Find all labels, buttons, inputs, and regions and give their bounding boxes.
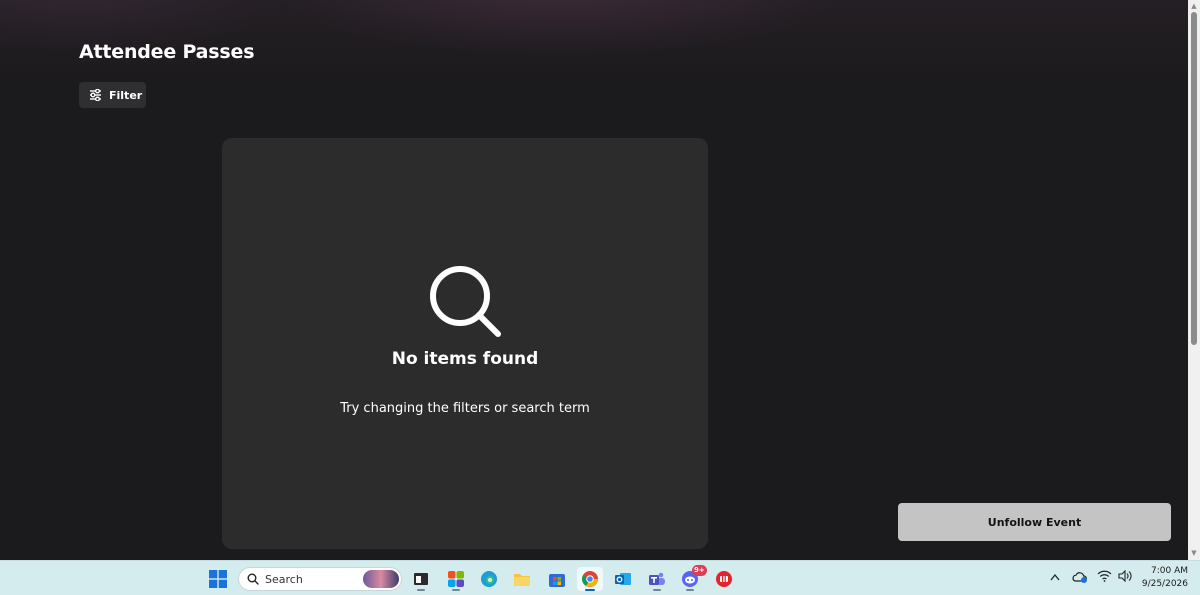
clock-time: 7:00 AM [1151,566,1188,576]
chrome-browser-icon[interactable] [577,567,603,591]
taskbar-search-placeholder: Search [265,572,303,586]
search-highlight-image [363,570,399,588]
taskbar-search-box[interactable]: Search [238,567,402,591]
edge-browser-icon[interactable] [476,567,502,591]
search-icon [430,266,501,337]
terminal-app-icon[interactable] [408,567,434,591]
show-hidden-icons-chevron-up-icon[interactable] [1050,573,1060,581]
sliders-icon [90,89,101,101]
outlook-app-icon[interactable] [610,567,636,591]
notification-badge: 9+ [692,565,707,576]
taskbar-clock[interactable]: 7:00 AM 9/25/2026 [1138,565,1188,591]
scrollbar-thumb[interactable] [1191,12,1197,345]
windows-start-icon[interactable] [209,570,227,588]
unfollow-event-button[interactable]: Unfollow Event [898,503,1171,541]
filter-button-label: Filter [109,88,143,102]
wifi-icon[interactable] [1097,570,1112,582]
taskbar: Search 9+ 7:00 AM 9/25/2026 [0,560,1200,595]
empty-state-title: No items found [391,349,539,369]
running-indicator [452,589,460,591]
running-indicator [686,589,694,591]
teams-app-icon[interactable] [644,567,670,591]
microsoft-store-icon[interactable] [544,567,570,591]
empty-state-card: No items found Try changing the filters … [222,138,708,549]
empty-state-description: Try changing the filters or search term [340,401,590,416]
page-title: Attendee Passes [79,41,255,63]
running-indicator [417,589,425,591]
main-page: Attendee Passes Filter No items found Tr… [0,0,1188,560]
red-app-icon[interactable] [711,567,737,591]
running-indicator [585,589,595,591]
scroll-down-arrow-icon[interactable]: ▼ [1190,549,1198,557]
vertical-scrollbar[interactable]: ▲ ▼ [1188,0,1200,560]
filter-button[interactable]: Filter [79,82,146,108]
copilot-app-icon[interactable] [443,567,469,591]
search-icon [247,573,259,585]
clock-date: 9/25/2026 [1141,579,1188,589]
scroll-up-arrow-icon[interactable]: ▲ [1190,2,1198,10]
file-explorer-icon[interactable] [509,567,535,591]
volume-icon[interactable] [1118,570,1133,582]
onedrive-sync-icon[interactable] [1072,570,1088,584]
running-indicator [653,589,661,591]
discord-app-icon[interactable]: 9+ [677,565,707,591]
